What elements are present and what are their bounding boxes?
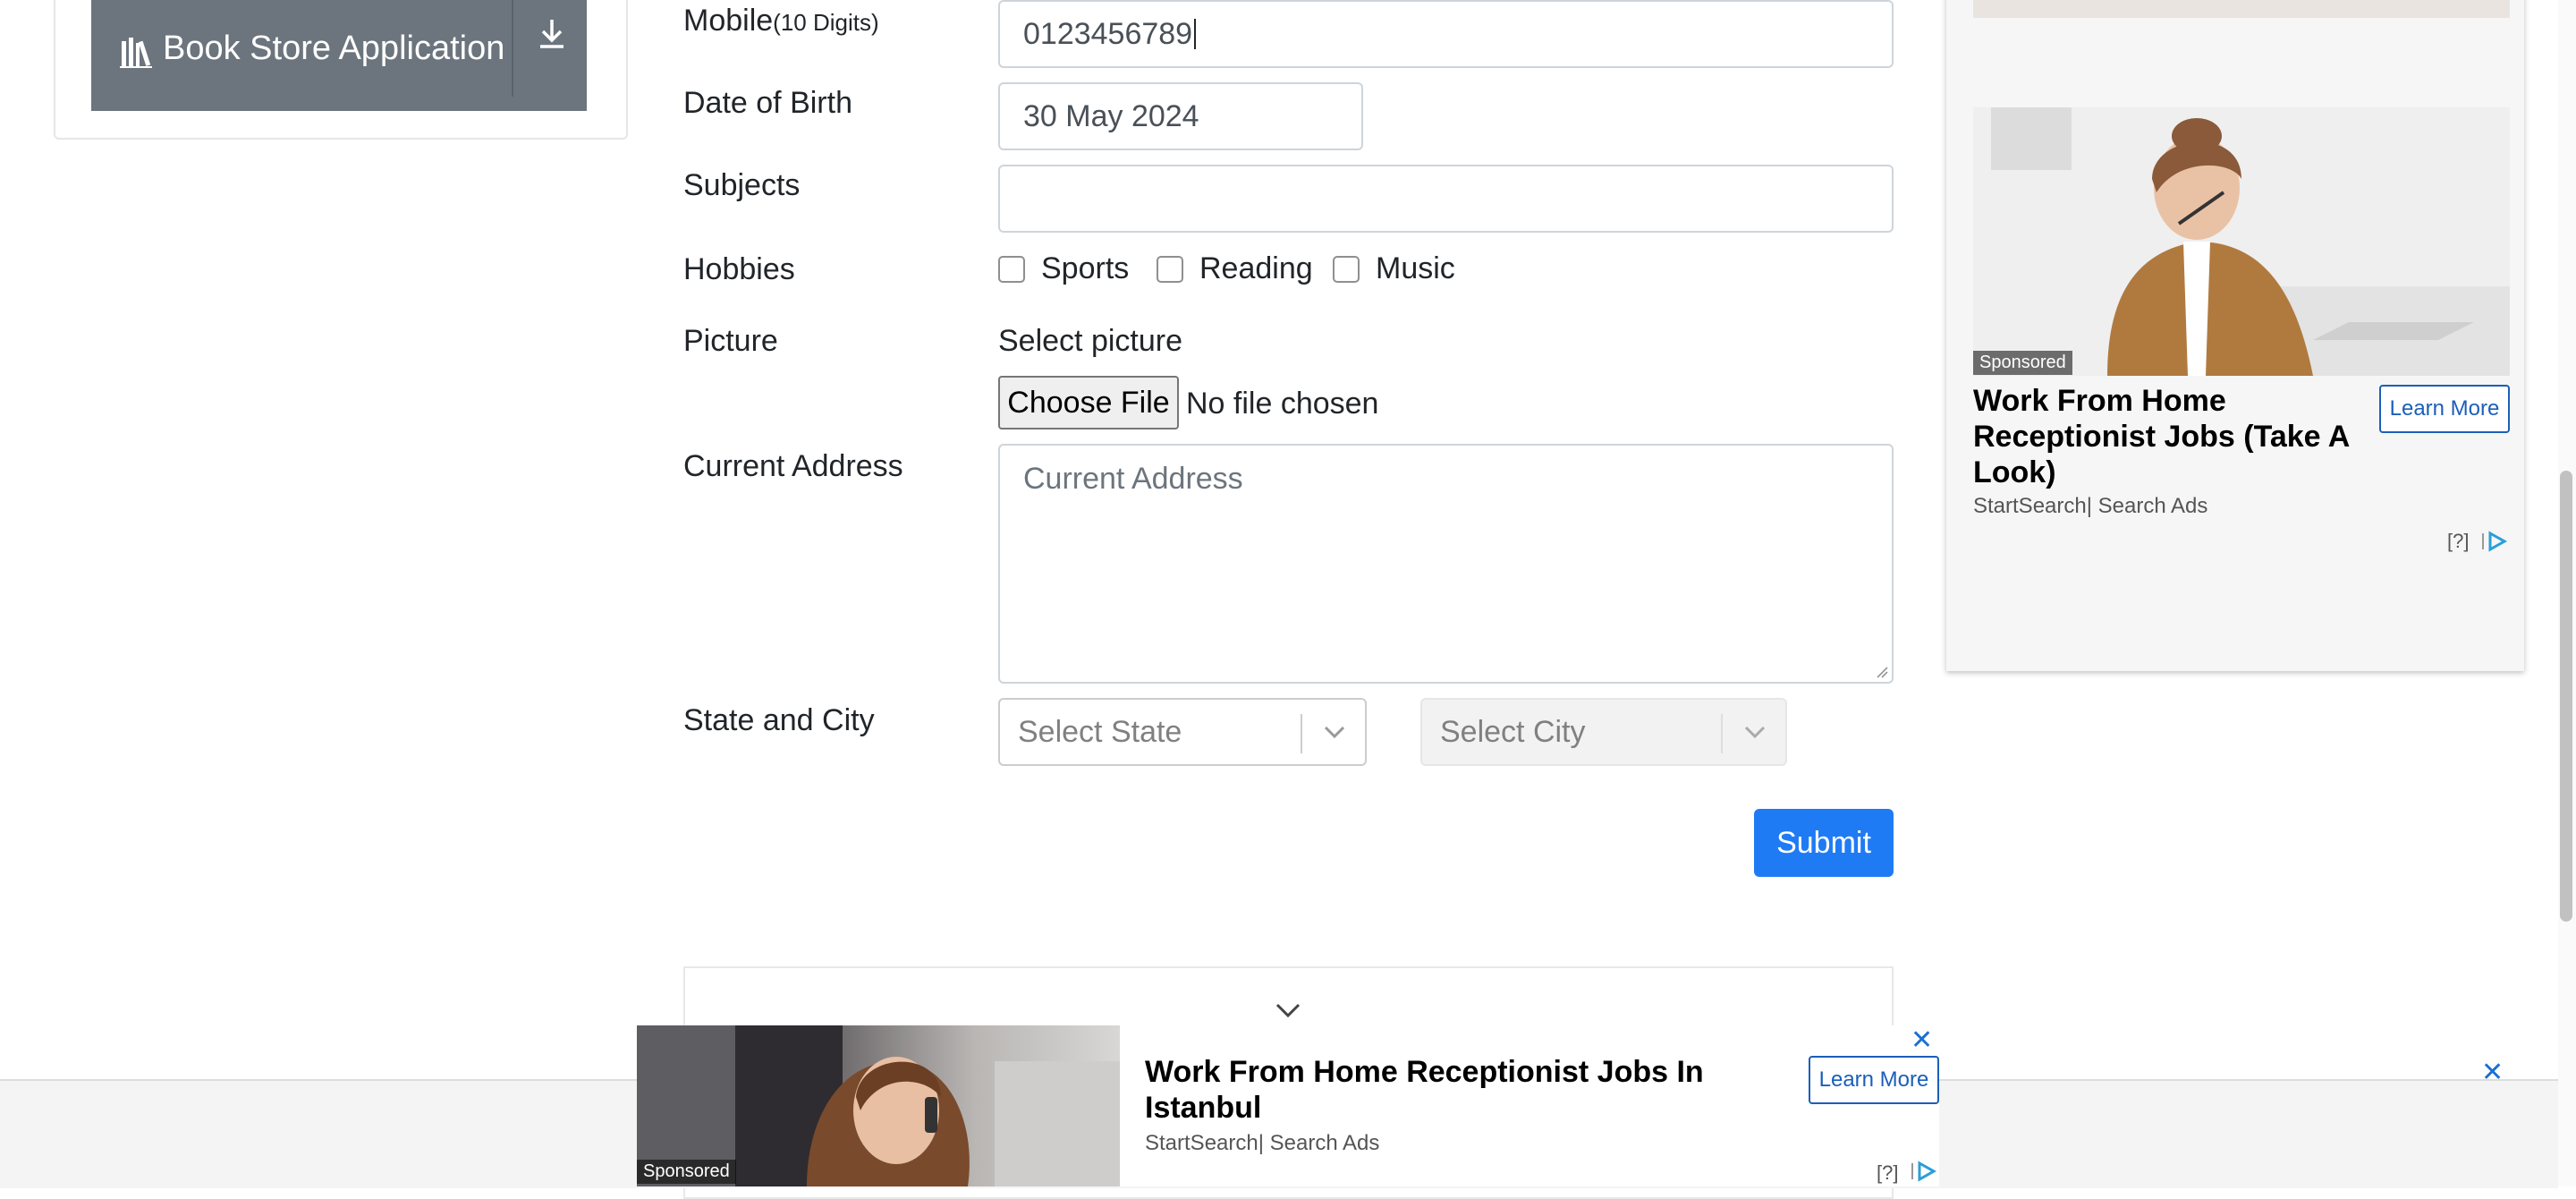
mobile-input[interactable]: 0123456789 [998, 0, 1894, 68]
book-store-application-item[interactable]: Book Store Application [91, 0, 587, 111]
bottom-ad-title[interactable]: Work From Home Receptionist Jobs In Ista… [1145, 1054, 1717, 1126]
address-placeholder: Current Address [1023, 462, 1243, 496]
adchoices-icon[interactable] [1909, 1160, 1939, 1183]
choose-file-button[interactable]: Choose File [998, 376, 1179, 429]
chevron-down-icon [1324, 726, 1345, 739]
music-label: Music [1376, 251, 1455, 285]
subjects-input[interactable] [998, 165, 1894, 233]
select-divider [1301, 714, 1302, 753]
ad-top-bar [1973, 0, 2510, 18]
separator [512, 0, 513, 97]
chevron-down-icon[interactable] [1274, 1000, 1302, 1020]
city-select[interactable]: Select City [1420, 698, 1787, 766]
state-city-label: State and City [683, 703, 875, 737]
adchoices-icon[interactable] [2479, 530, 2510, 553]
select-picture-label: Select picture [998, 324, 1182, 358]
address-textarea[interactable]: Current Address [998, 444, 1894, 684]
reading-label: Reading [1199, 251, 1313, 285]
receptionist-photo [1973, 107, 2510, 376]
hobby-reading[interactable]: Reading [1157, 251, 1313, 286]
close-icon[interactable]: ✕ [2481, 1059, 2504, 1086]
subjects-label: Subjects [683, 168, 801, 202]
music-checkbox[interactable] [1333, 255, 1360, 283]
dob-label: Date of Birth [683, 86, 852, 120]
sports-label: Sports [1041, 251, 1130, 285]
ad-help-link[interactable]: [?] [2447, 530, 2469, 553]
hobby-music[interactable]: Music [1333, 251, 1455, 286]
ad-help-link[interactable]: [?] [1877, 1161, 1898, 1185]
reading-checkbox[interactable] [1157, 255, 1183, 283]
scrollbar-thumb[interactable] [2560, 471, 2572, 922]
no-file-text: No file chosen [1186, 387, 1379, 421]
bottom-ad-learn-more-button[interactable]: Learn More [1809, 1056, 1939, 1104]
mobile-value: 0123456789 [1023, 16, 1193, 51]
close-icon[interactable]: ✕ [1911, 1027, 1933, 1054]
sponsored-tag: Sponsored [637, 1160, 736, 1184]
hobbies-label: Hobbies [683, 252, 795, 286]
right-ad-title[interactable]: Work From Home Receptionist Jobs (Take A… [1973, 383, 2367, 490]
state-placeholder: Select State [1018, 714, 1182, 749]
select-divider [1721, 714, 1723, 753]
text-caret [1194, 19, 1197, 49]
resize-handle-icon[interactable] [1874, 664, 1888, 678]
city-placeholder: Select City [1440, 714, 1586, 749]
bottom-ad-source: StartSearch| Search Ads [1145, 1131, 1380, 1155]
book-store-application-label: Book Store Application [163, 29, 505, 67]
picture-label: Picture [683, 324, 778, 358]
dob-input[interactable]: 30 May 2024 [998, 82, 1363, 150]
hobby-sports[interactable]: Sports [998, 251, 1129, 286]
ad-image[interactable] [1973, 107, 2510, 376]
right-ad-learn-more-button[interactable]: Learn More [2379, 385, 2510, 433]
submit-button[interactable]: Submit [1754, 809, 1894, 877]
dob-value: 30 May 2024 [1023, 98, 1199, 133]
sports-checkbox[interactable] [998, 255, 1025, 283]
sponsored-tag: Sponsored [1973, 351, 2072, 375]
right-ad-source: StartSearch| Search Ads [1973, 494, 2208, 518]
mobile-label: Mobile(10 Digits) [683, 4, 879, 38]
books-icon [120, 38, 152, 68]
state-select[interactable]: Select State [998, 698, 1367, 766]
chevron-down-icon [1744, 726, 1766, 739]
address-label: Current Address [683, 449, 903, 483]
download-icon[interactable] [535, 16, 569, 50]
